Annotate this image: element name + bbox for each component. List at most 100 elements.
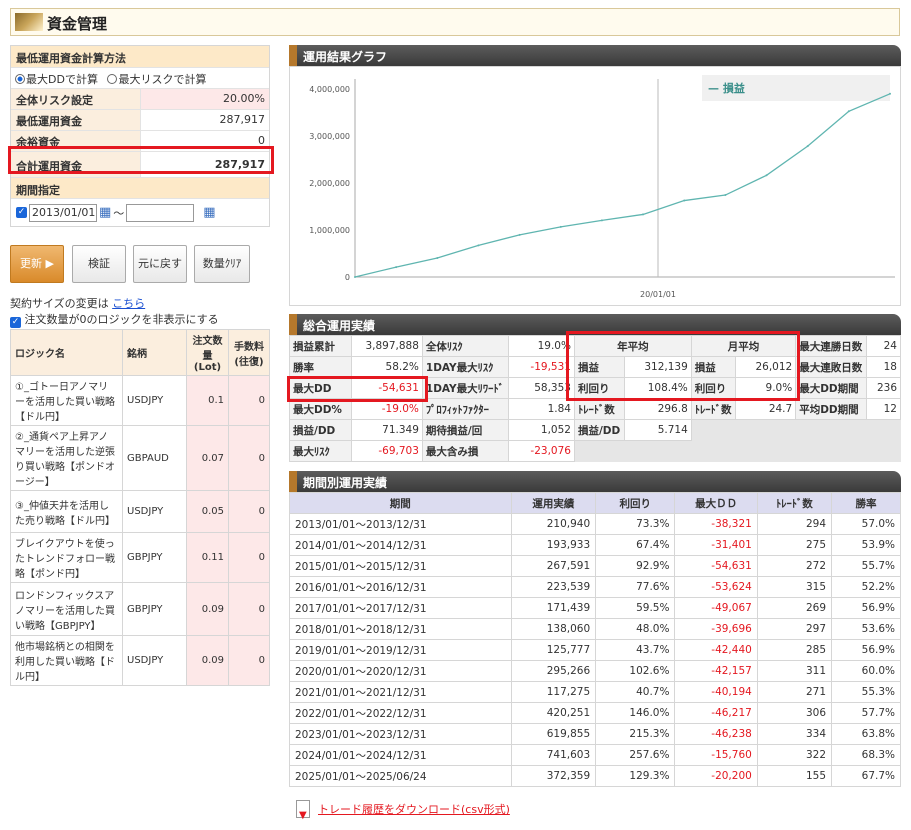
table-cell: -46,238: [674, 723, 758, 745]
table-cell: 267,591: [510, 555, 597, 577]
table-cell: -38,321: [674, 513, 758, 535]
radio-max-risk[interactable]: 最大リスクで計算: [107, 73, 206, 86]
table-cell: -42,440: [674, 639, 758, 661]
table-cell: 2024/01/01～2024/12/31: [289, 744, 512, 766]
fund-row-risk: 全体リスク設定 20.00%: [11, 88, 269, 109]
data-point: [889, 92, 891, 95]
table-row: 2013/01/01～2013/12/31 210,940 73.3% -38,321…: [289, 513, 901, 535]
lot-input[interactable]: 0.11: [186, 532, 229, 583]
column-header: 勝率: [831, 492, 901, 514]
table-row: ①_ゴトー日アノマリーを活用した買い戦略【ドル円】 USDJPY 0.1 0: [10, 375, 270, 426]
table-row: ブレイクアウトを使ったトレンドフォロー戦略【ポンド円】 GBPJPY 0.11 0: [10, 532, 270, 583]
data-point: [518, 233, 521, 236]
table-cell: -53,624: [674, 576, 758, 598]
table-cell: 285: [756, 639, 833, 661]
table-cell: -40,194: [674, 681, 758, 703]
table-row: 2016/01/01～2016/12/31 223,539 77.6% -53,624…: [289, 576, 901, 598]
table-cell: 223,539: [510, 576, 597, 598]
column-header: 利回り: [595, 492, 676, 514]
data-point: [765, 174, 768, 177]
table-cell: 297: [756, 618, 833, 640]
highlight-total-fund: [8, 146, 274, 174]
table-row: 2014/01/01～2014/12/31 193,933 67.4% -31,401…: [289, 534, 901, 556]
fee-input[interactable]: 0: [228, 375, 270, 426]
table-row: 2020/01/01～2020/12/31 295,266 102.6% -42,15…: [289, 660, 901, 682]
table-cell: 420,251: [510, 702, 597, 724]
risk-setting-input[interactable]: 20.00%: [141, 89, 269, 109]
calendar-icon[interactable]: ▦: [203, 205, 215, 220]
fee-input[interactable]: 0: [228, 490, 270, 533]
table-cell: 60.0%: [831, 660, 901, 682]
table-cell: 68.3%: [831, 744, 901, 766]
table-cell: 53.6%: [831, 618, 901, 640]
table-cell: 63.8%: [831, 723, 901, 745]
highlight-max-dd: [287, 376, 428, 402]
x-tick-label: 20/01/01: [640, 290, 676, 299]
fee-input[interactable]: 0: [228, 425, 270, 491]
end-date-input[interactable]: [126, 203, 195, 222]
legend-label: — 損益: [708, 81, 745, 95]
table-cell: -31,401: [674, 534, 758, 556]
data-point: [683, 199, 686, 202]
lot-input[interactable]: 0.07: [186, 425, 229, 491]
radio-max-dd[interactable]: 最大DDで計算: [15, 73, 98, 86]
table-cell: 56.9%: [831, 597, 901, 619]
table-cell: 171,439: [510, 597, 597, 619]
fee-input[interactable]: 0: [228, 635, 270, 686]
radio-selected-icon: [15, 74, 25, 84]
table-cell: 275: [756, 534, 833, 556]
table-cell: -49,067: [674, 597, 758, 619]
fee-input[interactable]: 0: [228, 582, 270, 636]
data-point: [724, 194, 727, 197]
table-cell: 334: [756, 723, 833, 745]
lot-input[interactable]: 0.05: [186, 490, 229, 533]
table-cell: 2023/01/01～2023/12/31: [289, 723, 512, 745]
period-checkbox[interactable]: ✓: [16, 207, 27, 218]
download-csv-link[interactable]: トレード履歴をダウンロード(csv形式): [318, 801, 510, 817]
table-row: 2015/01/01～2015/12/31 267,591 92.9% -54,631…: [289, 555, 901, 577]
table-cell: 138,060: [510, 618, 597, 640]
table-row: 2021/01/01～2021/12/31 117,275 40.7% -40,194…: [289, 681, 901, 703]
radio-empty-icon: [107, 74, 118, 84]
table-cell: 146.0%: [595, 702, 676, 724]
table-cell: 55.3%: [831, 681, 901, 703]
checkbox-checked-icon: ✓: [10, 317, 21, 328]
update-button[interactable]: 更新 ▶: [10, 245, 64, 283]
hide-zero-option[interactable]: ✓ 注文数量が0のロジックを非表示にする: [10, 311, 219, 328]
verify-button[interactable]: 検証: [72, 245, 126, 283]
table-cell: 311: [756, 660, 833, 682]
table-cell: 322: [756, 744, 833, 766]
table-cell: -42,157: [674, 660, 758, 682]
download-row: ▼ トレード履歴をダウンロード(csv形式): [296, 800, 510, 821]
calc-method-header: 最低運用資金計算方法: [11, 46, 269, 67]
lot-input[interactable]: 0.1: [186, 375, 229, 426]
table-cell: 2020/01/01～2020/12/31: [289, 660, 512, 682]
table-cell: 193,933: [510, 534, 597, 556]
fee-input[interactable]: 0: [228, 532, 270, 583]
table-cell: 741,603: [510, 744, 597, 766]
table-cell: 55.7%: [831, 555, 901, 577]
reset-button[interactable]: 元に戻す: [133, 245, 187, 283]
download-icon[interactable]: ▼: [296, 800, 310, 821]
period-results-table: 期間 運用実績 利回り 最大ＤＤ ﾄﾚｰﾄﾞ数 勝率 2013/01/01～2013/12…: [289, 492, 901, 787]
page-header: 資金管理: [10, 8, 900, 36]
table-cell: 2015/01/01～2015/12/31: [289, 555, 512, 577]
table-cell: 67.4%: [595, 534, 676, 556]
table-cell: 2017/01/01～2017/12/31: [289, 597, 512, 619]
table-row: ロンドンフィックスアノマリーを活用した買い戦略【GBPJPY】 GBPJPY 0.0…: [10, 582, 270, 636]
period-results-header: 期間別運用実績: [289, 471, 901, 492]
contract-note: 契約サイズの変更は こちら: [10, 297, 146, 310]
table-cell: 2014/01/01～2014/12/31: [289, 534, 512, 556]
table-cell: -46,217: [674, 702, 758, 724]
calc-method-radios: 最大DDで計算 最大リスクで計算: [11, 67, 269, 88]
table-cell: 92.9%: [595, 555, 676, 577]
lot-input[interactable]: 0.09: [186, 582, 229, 636]
start-date-input[interactable]: 2013/01/01: [29, 203, 97, 222]
clear-qty-button[interactable]: 数量ｸﾘｱ: [194, 245, 250, 283]
table-cell: 619,855: [510, 723, 597, 745]
period-row: ✓ 2013/01/01 ▦ ～ ▦: [11, 198, 269, 226]
contract-link[interactable]: こちら: [112, 297, 145, 310]
lot-input[interactable]: 0.09: [186, 635, 229, 686]
table-cell: 269: [756, 597, 833, 619]
calendar-icon[interactable]: ▦: [99, 205, 111, 220]
